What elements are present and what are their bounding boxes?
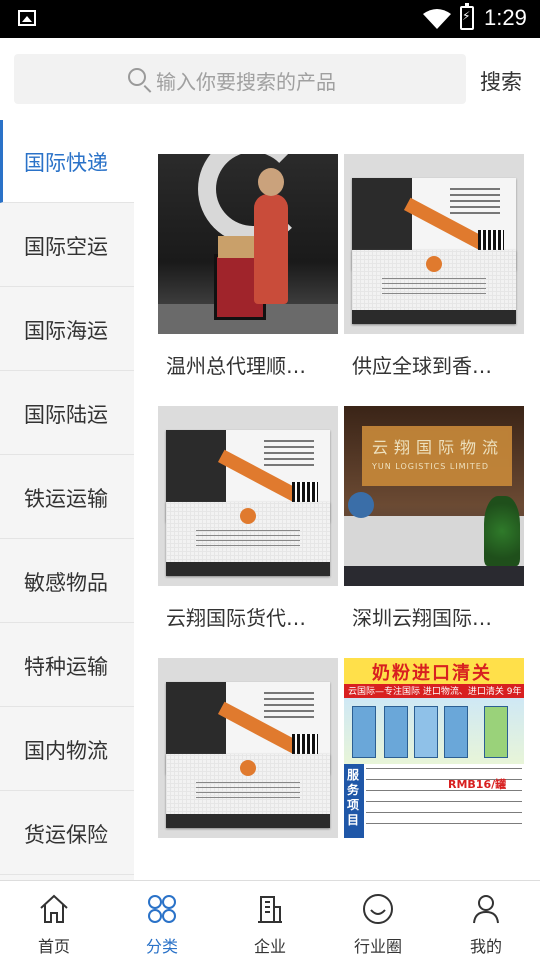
tab-label: 行业圈 [353, 937, 402, 956]
tab-label: 首页 [37, 937, 70, 956]
building-icon [258, 896, 282, 923]
product-image-business-card [158, 658, 338, 838]
sidebar-item-label: 货运保险 [24, 823, 108, 847]
ad-side-label: 服务项目 [347, 768, 360, 827]
tab-home[interactable]: 首页 [0, 881, 108, 961]
product-title: 云翔国际货代… [166, 606, 306, 630]
tab-enterprise[interactable]: 企业 [216, 881, 324, 961]
tab-label: 分类 [145, 937, 178, 956]
tab-label: 我的 [469, 937, 502, 956]
home-icon [40, 894, 68, 923]
sidebar-item-label: 国际陆运 [24, 403, 108, 427]
search-icon [128, 68, 146, 86]
wifi-icon [423, 9, 451, 29]
sidebar-item-label: 国际海运 [24, 319, 108, 343]
sidebar-item-label: 敏感物品 [24, 571, 108, 595]
sidebar-item-domestic-logistics[interactable]: 国内物流 [0, 708, 134, 791]
sidebar-item-label: 国际空运 [24, 235, 108, 259]
product-title: 供应全球到香… [352, 354, 492, 378]
sidebar-item-rail[interactable]: 铁运运输 [0, 456, 134, 539]
category-icon [148, 895, 176, 923]
product-card[interactable] [158, 658, 338, 838]
search-button[interactable]: 搜索 [480, 66, 522, 96]
sidebar-item-sensitive-goods[interactable]: 敏感物品 [0, 540, 134, 623]
product-card[interactable]: 云翔国际货代… [158, 406, 338, 630]
product-title: 温州总代理顺… [166, 354, 306, 378]
user-icon [473, 895, 499, 924]
status-time: 1:29 [484, 5, 527, 30]
sidebar-item-label: 铁运运输 [24, 487, 108, 511]
ad-subtitle: 云国际—专注国际 进口物流、进口清关 9年 [348, 687, 522, 697]
smile-icon [363, 894, 393, 924]
sidebar-item-international-express[interactable]: 国际快递 [0, 120, 134, 203]
sidebar-item-special-transport[interactable]: 特种运输 [0, 624, 134, 707]
sidebar-item-international-sea[interactable]: 国际海运 [0, 288, 134, 371]
office-sign: 云翔国际物流 YUN LOGISTICS LIMITED [362, 426, 512, 486]
search-bar: 输入你要搜索的产品 搜索 [0, 38, 540, 120]
product-image-business-card [158, 406, 338, 586]
sidebar-item-label: 国内物流 [24, 739, 108, 763]
status-bar: 1:29 [0, 0, 540, 38]
ad-title: 奶粉进口清关 [372, 663, 492, 684]
product-card[interactable]: 奶粉进口清关 云国际—专注国际 进口物流、进口清关 9年 服务项目 RMB16/… [344, 658, 524, 838]
image-notification-icon [18, 10, 36, 26]
sidebar-item-international-land[interactable]: 国际陆运 [0, 372, 134, 455]
category-sidebar: 国际快递 国际空运 国际海运 国际陆运 铁运运输 敏感物品 特种运输 国内物流 … [0, 120, 134, 880]
product-card[interactable]: 温州总代理顺… [158, 154, 338, 378]
search-placeholder: 输入你要搜索的产品 [156, 70, 336, 94]
battery-icon [460, 3, 474, 30]
product-card[interactable]: 云翔国际物流 YUN LOGISTICS LIMITED 深圳云翔国际… [344, 406, 524, 630]
sidebar-item-cargo-insurance[interactable]: 货运保险 [0, 792, 134, 875]
tab-category[interactable]: 分类 [108, 881, 216, 961]
sidebar-item-label: 特种运输 [24, 655, 108, 679]
product-grid: 温州总代理顺… 供应全球到香… 云翔国际货代… 云翔国际物流 YUN LOGIS… [134, 120, 540, 880]
sidebar-item-label: 国际快递 [24, 151, 108, 175]
tab-industry-circle[interactable]: 行业圈 [324, 881, 432, 961]
tab-label: 企业 [253, 937, 286, 956]
product-image-business-card [344, 154, 524, 334]
product-title: 深圳云翔国际… [352, 606, 492, 630]
product-image-courier [158, 154, 338, 334]
search-input[interactable]: 输入你要搜索的产品 [14, 54, 466, 104]
ad-price: RMB16/罐 [448, 778, 507, 791]
product-image-milk-powder-ad: 奶粉进口清关 云国际—专注国际 进口物流、进口清关 9年 服务项目 RMB16/… [344, 658, 524, 838]
sidebar-item-international-air[interactable]: 国际空运 [0, 204, 134, 287]
bottom-tab-bar: 首页 分类 企业 行业圈 我的 [0, 880, 540, 961]
tab-me[interactable]: 我的 [432, 881, 540, 961]
product-card[interactable]: 供应全球到香… [344, 154, 524, 378]
product-image-office: 云翔国际物流 YUN LOGISTICS LIMITED [344, 406, 524, 586]
